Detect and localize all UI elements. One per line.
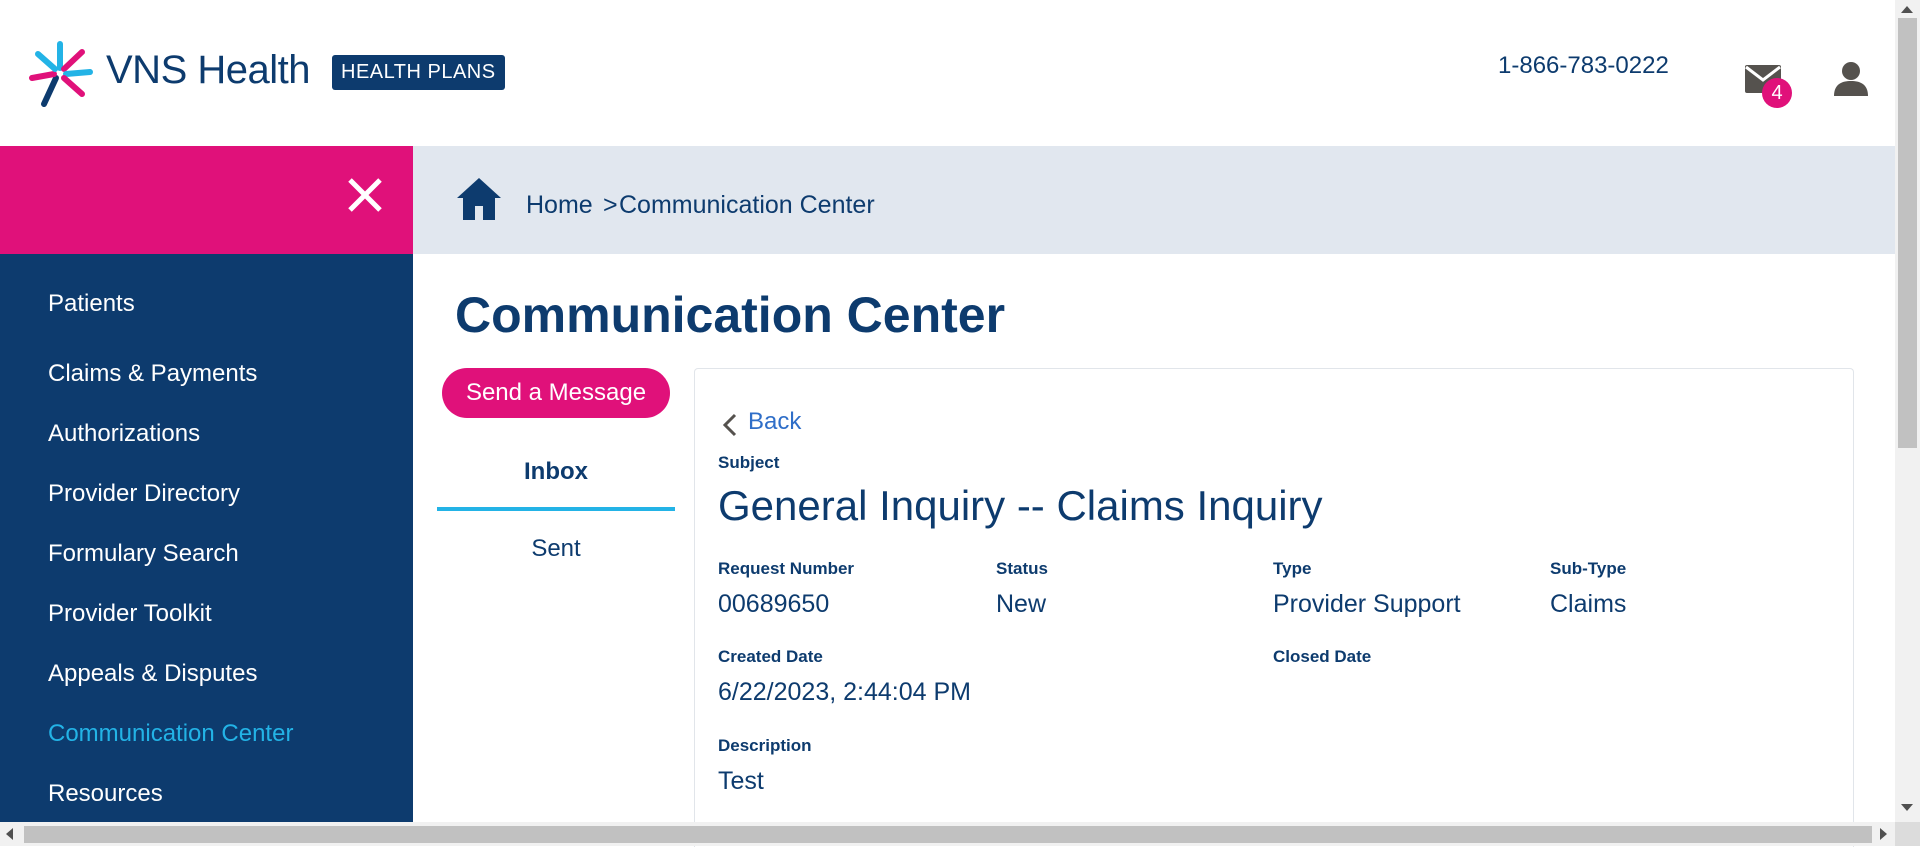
brand-name: VNS Health [106,48,310,92]
home-icon[interactable] [455,176,503,222]
sidebar-item-formulary-search[interactable]: Formulary Search [48,540,239,568]
sidebar-item-communication-center[interactable]: Communication Center [48,720,293,748]
tab-sent[interactable]: Sent [437,535,675,563]
phone-number[interactable]: 1-866-783-0222 [1498,52,1669,80]
created-date-value: 6/22/2023, 2:44:04 PM [718,678,971,706]
request-number-value: 00689650 [718,590,830,618]
sidebar-item-appeals-disputes[interactable]: Appeals & Disputes [48,660,257,688]
scroll-down-arrow-icon[interactable] [1901,804,1913,811]
subject-label: Subject [718,453,780,472]
created-date-label: Created Date [718,647,823,666]
sidebar-item-provider-toolkit[interactable]: Provider Toolkit [48,600,212,628]
back-link[interactable]: Back [748,408,801,436]
scrollbar-corner [1895,822,1920,846]
close-icon[interactable] [346,176,384,214]
tab-inbox[interactable]: Inbox [437,458,675,486]
subtype-label: Sub-Type [1550,559,1627,578]
user-icon[interactable] [1832,60,1870,98]
status-label: Status [996,559,1048,578]
status-value: New [996,590,1047,618]
sidebar-item-authorizations[interactable]: Authorizations [48,420,200,448]
type-label: Type [1273,559,1312,578]
send-message-button[interactable]: Send a Message [442,368,670,418]
breadcrumb-home[interactable]: Home [526,191,593,220]
sidebar-item-patients[interactable]: Patients [48,290,135,318]
subtype-value: Claims [1550,590,1627,618]
sidebar-item-provider-directory[interactable]: Provider Directory [48,480,240,508]
request-number-label: Request Number [718,559,855,578]
scroll-left-arrow-icon[interactable] [6,828,13,840]
vertical-scrollbar-thumb[interactable] [1898,18,1917,448]
mail-count-badge[interactable]: 4 [1762,78,1792,108]
sidebar-item-claims-payments[interactable]: Claims & Payments [48,360,257,388]
brand-badge: HEALTH PLANS [332,55,505,90]
page-title: Communication Center [455,287,1006,343]
breadcrumb-separator: > [603,191,618,219]
description-label: Description [718,736,812,755]
subject-value: General Inquiry -- Claims Inquiry [718,482,1323,529]
closed-date-label: Closed Date [1273,647,1372,666]
breadcrumb-current: Communication Center [619,191,875,219]
scroll-up-arrow-icon[interactable] [1901,6,1913,13]
tab-active-indicator [437,507,675,511]
type-value: Provider Support [1273,590,1461,618]
logo-icon[interactable] [26,38,94,110]
description-value: Test [718,767,764,795]
horizontal-scrollbar-thumb[interactable] [24,826,1872,843]
chevron-left-icon[interactable] [722,412,738,438]
sidebar-item-resources[interactable]: Resources [48,780,163,808]
scroll-right-arrow-icon[interactable] [1880,828,1887,840]
